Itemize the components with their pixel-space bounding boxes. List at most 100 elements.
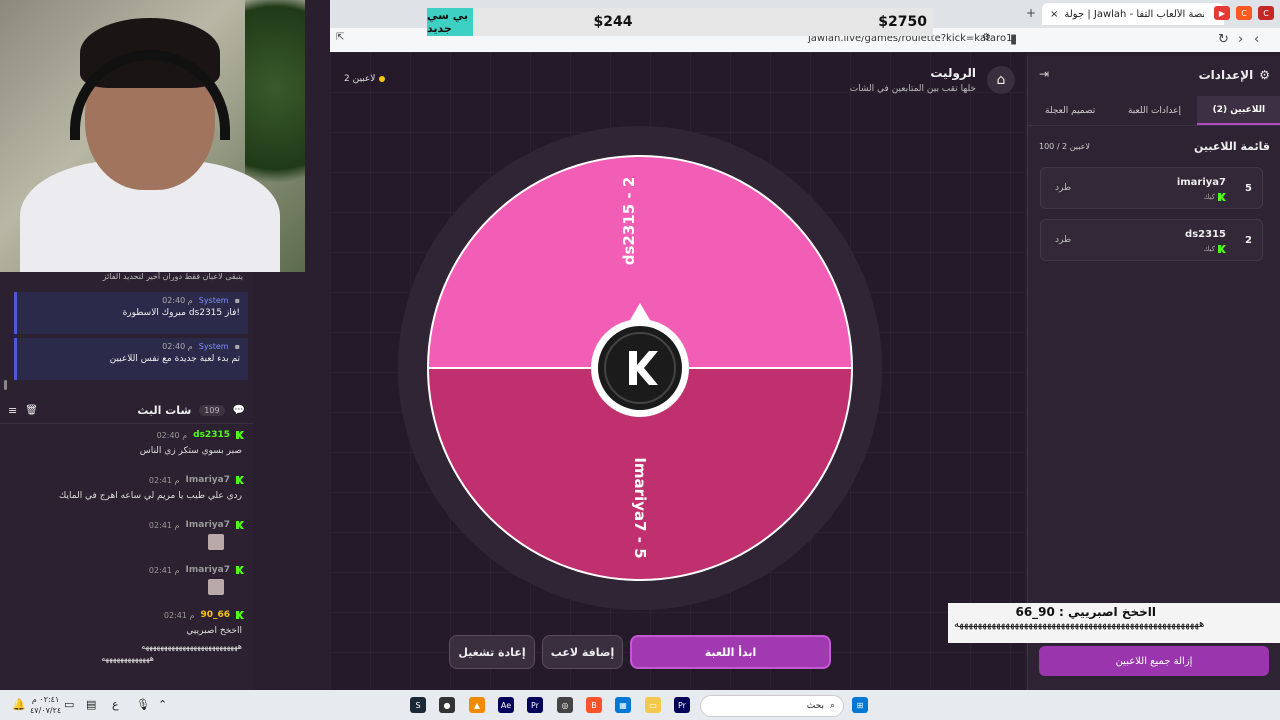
back-icon[interactable]: ‹ <box>1254 32 1259 47</box>
kick-icon <box>1218 245 1226 253</box>
kick-player-button[interactable]: طرد <box>1055 183 1071 193</box>
gear-icon: ⚙ <box>1259 68 1270 82</box>
settings-tabs: اللاعبين (2) إعدادات اللعبة تصميم العجلة <box>1028 96 1280 126</box>
system-name: System <box>198 296 229 305</box>
tab-game-settings[interactable]: إعدادات اللعبة <box>1112 96 1196 125</box>
remove-all-players-button[interactable]: إزالة جميع اللاعبين <box>1039 646 1269 676</box>
system-message: 02:40 م System ▪ تم بدء لعبة جديدة مع نفس … <box>14 338 248 380</box>
clock-time: ٠٢:٤١ م <box>31 695 60 704</box>
player-row: 2 ds2315 كيك طرد <box>1040 219 1263 261</box>
network-icon[interactable]: ▤ <box>86 698 96 711</box>
player-rank: 2 <box>1245 235 1252 246</box>
kick-icon <box>236 611 244 619</box>
share-icon[interactable]: ⇱ <box>336 32 344 43</box>
browser-tab-active[interactable]: × جولة | Jawlah - منصة الألعاب التفا <box>1042 3 1224 25</box>
kick-player-button[interactable]: طرد <box>1055 235 1071 245</box>
scrollbar[interactable] <box>4 380 7 390</box>
kick-icon <box>1218 193 1226 201</box>
chat-viewer-count: 109 <box>199 405 225 416</box>
kick-icon <box>236 476 244 484</box>
game-title: الروليت <box>930 66 976 80</box>
tab-players[interactable]: اللاعبين (2) <box>1196 96 1280 125</box>
partial-system-message: يتبقى لاعبان فقط دوران أخير لتحديد الفائ… <box>102 272 243 281</box>
system-name: System <box>198 342 229 351</box>
file-explorer-icon[interactable]: ▭ <box>645 697 661 713</box>
brave-browser-icon[interactable]: B <box>586 697 602 713</box>
trash-icon[interactable]: 🗑 <box>25 405 38 416</box>
windows-start-icon[interactable]: ⊞ <box>852 697 868 713</box>
youtube-tab-icon[interactable]: ▶ <box>1214 6 1230 20</box>
chat-username[interactable]: 90_66 <box>200 610 230 620</box>
app-tab-icon[interactable]: C <box>1236 6 1252 20</box>
players-count: 2 لاعبين <box>344 74 376 84</box>
player-row: 5 imariya7 كيك طرد <box>1040 167 1263 209</box>
microphone-icon[interactable]: 🎙 <box>136 698 150 711</box>
settings-title: الإعدادات ⚙ <box>1199 68 1270 82</box>
settings-panel: الإعدادات ⚙ ⇥ اللاعبين (2) إعدادات اللعبة… <box>1027 56 1280 690</box>
premiere-icon-2[interactable]: Pr <box>674 697 690 713</box>
vlc-icon[interactable]: ▲ <box>469 697 485 713</box>
app-icon[interactable]: ◎ <box>557 697 573 713</box>
game-subtitle: خلها تقب بين المتابعين في الشات <box>849 84 976 94</box>
collapse-panel-icon[interactable]: ⇥ <box>1039 67 1049 81</box>
player-list-count: 100 / 2 لاعبين <box>1039 142 1090 151</box>
forward-icon[interactable]: › <box>1238 32 1243 47</box>
sticker-image <box>208 579 224 595</box>
system-icon: ▪ <box>234 296 240 305</box>
settings-title-text: الإعدادات <box>1198 68 1254 82</box>
chat-message-text: ههههههههههههههههههههههههههه <box>141 642 242 651</box>
system-message-text: مبروك الاسطورة ds2315 فاز! <box>122 308 240 318</box>
donation-goal-label: بي سي جديد <box>427 8 473 36</box>
message-time: 02:40 م <box>156 430 188 440</box>
premiere-icon[interactable]: Pr <box>527 697 543 713</box>
chevron-up-icon[interactable]: ⌃ <box>158 698 167 711</box>
chat-username[interactable]: Imariya7 <box>185 520 230 530</box>
start-game-button[interactable]: ابدأ اللعبة <box>630 635 831 669</box>
kick-icon <box>236 566 244 574</box>
overlay-chat-spam: هههههههههههههههههههههههههههههههههههههههه… <box>954 619 1205 630</box>
donation-goal-bar: بي سي جديد $244 $2750 <box>427 8 933 36</box>
reload-icon[interactable]: ↻ <box>1218 32 1229 47</box>
player-name: ds2315 <box>1185 229 1226 240</box>
chat-message: 02:40 م ds2315 صبر بسوي ستكر زي الناس <box>0 430 244 456</box>
steam-icon[interactable]: S <box>410 697 426 713</box>
player-name: imariya7 <box>1176 177 1226 188</box>
new-tab-button[interactable]: + <box>1026 6 1036 20</box>
taskbar-clock[interactable]: ٠٢:٤١ م ٤٧/٠٧/٢٤ <box>30 694 61 716</box>
search-icon: ⌕ <box>829 701 835 711</box>
chat-settings-icon[interactable]: ≡ <box>8 404 17 417</box>
message-time: 02:40 م <box>162 296 193 305</box>
tab-wheel-design[interactable]: تصميم العجلة <box>1028 96 1112 125</box>
replay-button[interactable]: إعادة تشغيل <box>449 635 535 669</box>
roulette-wheel[interactable]: ds2315 - 2 Imariya7 - 5 <box>425 153 855 583</box>
donation-goal: $2750 <box>878 14 927 30</box>
kick-icon <box>236 521 244 529</box>
overlay-chat-text: ااخخخ اصبرييي : 90_66 <box>1015 605 1156 619</box>
chat-message-text: ردي علي طيب يا مريم لي ساعه اهرج في الما… <box>58 491 242 501</box>
pinned-tab-icon[interactable]: C <box>1258 6 1274 20</box>
language-indicator[interactable]: ع <box>112 698 119 711</box>
home-button[interactable]: ⌂ <box>987 66 1015 94</box>
players-indicator: 2 لاعبين <box>344 74 386 84</box>
chat-username[interactable]: Imariya7 <box>185 475 230 485</box>
add-player-button[interactable]: إضافة لاعب <box>542 635 623 669</box>
after-effects-icon[interactable]: Ae <box>498 697 514 713</box>
chat-message-text: ااخخخ اصبرييي <box>186 626 242 636</box>
chat-message: 02:41 م Imariya7 <box>0 520 244 550</box>
chat-username[interactable]: ds2315 <box>193 430 230 440</box>
chat-message-text: هههههههههههههه <box>101 654 154 663</box>
store-icon[interactable]: ▦ <box>615 697 631 713</box>
battery-icon[interactable]: ▭ <box>64 698 74 711</box>
platform-label: كيك <box>1203 245 1215 253</box>
search-placeholder: بحث <box>806 701 824 711</box>
chat-message-text: صبر بسوي ستكر زي الناس <box>139 446 242 456</box>
message-time: 02:41 م <box>148 520 180 530</box>
notification-bell-icon[interactable]: 🔔 <box>12 698 26 711</box>
taskbar-search[interactable]: بحث ⌕ <box>700 695 844 717</box>
system-icon: ▪ <box>234 342 240 351</box>
system-message: 02:40 م System ▪ مبروك الاسطورة ds2315 فاز… <box>14 292 248 334</box>
tab-close-icon[interactable]: × <box>1050 9 1058 20</box>
streamer-webcam <box>0 0 305 272</box>
obs-icon[interactable]: ● <box>439 697 455 713</box>
chat-username[interactable]: Imariya7 <box>185 565 230 575</box>
